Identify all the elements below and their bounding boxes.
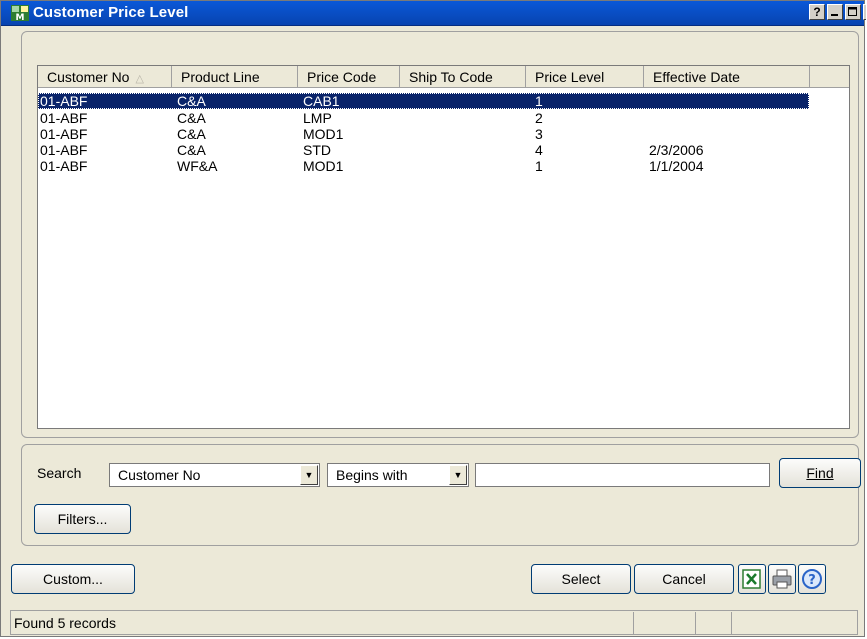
table-row[interactable]: 01-ABF C&A LMP 2 [38, 110, 809, 126]
chevron-down-icon[interactable]: ▼ [449, 465, 467, 485]
customer-price-level-window: M Customer Price Level ? Customer No △ Pr… [0, 0, 866, 637]
status-divider [633, 612, 634, 634]
help-round-button[interactable]: ? [798, 564, 826, 594]
excel-icon [742, 569, 761, 589]
minimize-button[interactable] [827, 4, 843, 20]
table-row[interactable]: 01-ABF WF&A MOD1 1 1/1/2004 [38, 158, 809, 174]
search-input[interactable] [475, 463, 770, 487]
window-title: Customer Price Level [33, 4, 189, 21]
status-divider [695, 612, 696, 634]
close-button[interactable] [863, 4, 866, 20]
svg-text:M: M [16, 13, 25, 21]
chevron-down-icon[interactable]: ▼ [300, 465, 318, 485]
sort-ascending-icon: △ [135, 73, 144, 85]
search-label: Search [37, 465, 82, 481]
maximize-icon [848, 7, 857, 16]
title-bar[interactable]: M Customer Price Level ? [1, 1, 866, 26]
status-text: Found 5 records [14, 615, 116, 631]
filters-button[interactable]: Filters... [34, 504, 131, 534]
help-button[interactable]: ? [809, 4, 825, 20]
column-header-price-level[interactable]: Price Level [526, 66, 644, 88]
status-bar: Found 5 records [10, 610, 858, 635]
svg-text:?: ? [808, 573, 816, 588]
minimize-icon [831, 14, 838, 16]
cancel-button[interactable]: Cancel [634, 564, 734, 594]
search-field-select[interactable]: Customer No ▼ [109, 463, 320, 487]
print-button[interactable] [768, 564, 796, 594]
table-row[interactable]: 01-ABF C&A MOD1 3 [38, 126, 809, 142]
app-icon: M [11, 5, 29, 23]
column-header-product-line[interactable]: Product Line [172, 66, 298, 88]
maximize-button[interactable] [845, 4, 861, 20]
column-header-ship-to-code[interactable]: Ship To Code [400, 66, 526, 88]
column-header-effective-date[interactable]: Effective Date [644, 66, 810, 88]
export-excel-button[interactable] [738, 564, 766, 594]
column-header-price-code[interactable]: Price Code [298, 66, 400, 88]
price-level-grid[interactable]: Customer No △ Product Line Price Code Shi… [37, 65, 850, 429]
table-row[interactable]: 01-ABF C&A CAB1 1 [38, 93, 809, 109]
printer-icon [772, 569, 792, 589]
find-button[interactable]: Find [779, 458, 861, 488]
search-groupbox [21, 444, 859, 546]
column-header-customer-no[interactable]: Customer No △ [38, 66, 172, 88]
column-header-filler [810, 66, 849, 88]
custom-button[interactable]: Custom... [11, 564, 135, 594]
select-button[interactable]: Select [531, 564, 631, 594]
status-divider [731, 612, 732, 634]
question-mark-icon: ? [802, 569, 822, 589]
search-operator-select[interactable]: Begins with ▼ [327, 463, 469, 487]
table-row[interactable]: 01-ABF C&A STD 4 2/3/2006 [38, 142, 809, 158]
